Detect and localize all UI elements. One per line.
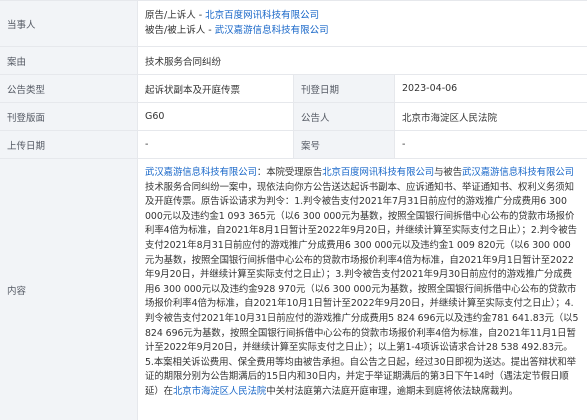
upload-date-value: - <box>138 131 293 158</box>
notice-type-row: 公告类型 起诉状副本及开庭传票 刊登日期 2023-04-06 <box>0 75 587 103</box>
content-text-seg: ：本院受理原告 <box>256 167 323 178</box>
case-row: 案由 技术服务合同纠纷 <box>0 47 587 75</box>
page-label: 刊登版面 <box>0 103 138 130</box>
content-text-seg: 中关村法庭第六法庭开庭审理，逾期未到庭将依法缺席裁判。 <box>266 385 519 397</box>
court-notice-table: 当事人 原告/上诉人 - 北京百度网讯科技有限公司 被告/被上诉人 - 武汉嘉游… <box>0 0 587 420</box>
parties-label: 当事人 <box>0 1 138 46</box>
case-label: 案由 <box>0 47 138 74</box>
content-plaintiff-link[interactable]: 北京百度网讯科技有限公司 <box>322 167 434 178</box>
plaintiff-role: 原告/上诉人 - <box>145 10 206 21</box>
parties-row: 当事人 原告/上诉人 - 北京百度网讯科技有限公司 被告/被上诉人 - 武汉嘉游… <box>0 1 587 47</box>
plaintiff-link[interactable]: 北京百度网讯科技有限公司 <box>205 10 319 21</box>
notice-type-label: 公告类型 <box>0 75 138 102</box>
case-number-label: 案号 <box>293 131 395 158</box>
notice-type-value: 起诉状副本及开庭传票 <box>138 75 293 102</box>
content-text-seg: 技术服务合同纠纷一案中，现依法向你方公告送达起诉书副本、应诉通知书、举证通知书、… <box>145 181 579 397</box>
content-text: 武汉嘉游信息科技有限公司：本院受理原告北京百度网讯科技有限公司与被告武汉嘉游信息… <box>145 166 579 400</box>
publish-date-label: 刊登日期 <box>293 75 395 102</box>
defendant-link[interactable]: 武汉嘉游信息科技有限公司 <box>215 25 329 36</box>
content-defendant-link-2[interactable]: 武汉嘉游信息科技有限公司 <box>462 167 574 178</box>
plaintiff-line: 原告/上诉人 - 北京百度网讯科技有限公司 <box>145 10 319 22</box>
content-value: 武汉嘉游信息科技有限公司：本院受理原告北京百度网讯科技有限公司与被告武汉嘉游信息… <box>138 159 587 420</box>
announcer-label: 公告人 <box>293 103 395 130</box>
content-defendant-link[interactable]: 武汉嘉游信息科技有限公司 <box>145 167 257 178</box>
content-row: 内容 武汉嘉游信息科技有限公司：本院受理原告北京百度网讯科技有限公司与被告武汉嘉… <box>0 159 587 420</box>
defendant-role: 被告/被上诉人 - <box>145 25 215 36</box>
upload-date-label: 上传日期 <box>0 131 138 158</box>
upload-row: 上传日期 - 案号 - <box>0 131 587 159</box>
case-value: 技术服务合同纠纷 <box>138 47 587 74</box>
content-label: 内容 <box>0 159 138 420</box>
page-value: G60 <box>138 103 293 130</box>
case-number-value: - <box>395 131 587 158</box>
parties-value: 原告/上诉人 - 北京百度网讯科技有限公司 被告/被上诉人 - 武汉嘉游信息科技… <box>138 1 587 46</box>
announcer-value: 北京市海淀区人民法院 <box>395 103 587 130</box>
content-text-seg: 与被告 <box>434 167 463 178</box>
page-row: 刊登版面 G60 公告人 北京市海淀区人民法院 <box>0 103 587 131</box>
defendant-line: 被告/被上诉人 - 武汉嘉游信息科技有限公司 <box>145 25 329 37</box>
publish-date-value: 2023-04-06 <box>395 75 587 102</box>
content-court-link[interactable]: 北京市海淀区人民法院 <box>173 386 266 397</box>
